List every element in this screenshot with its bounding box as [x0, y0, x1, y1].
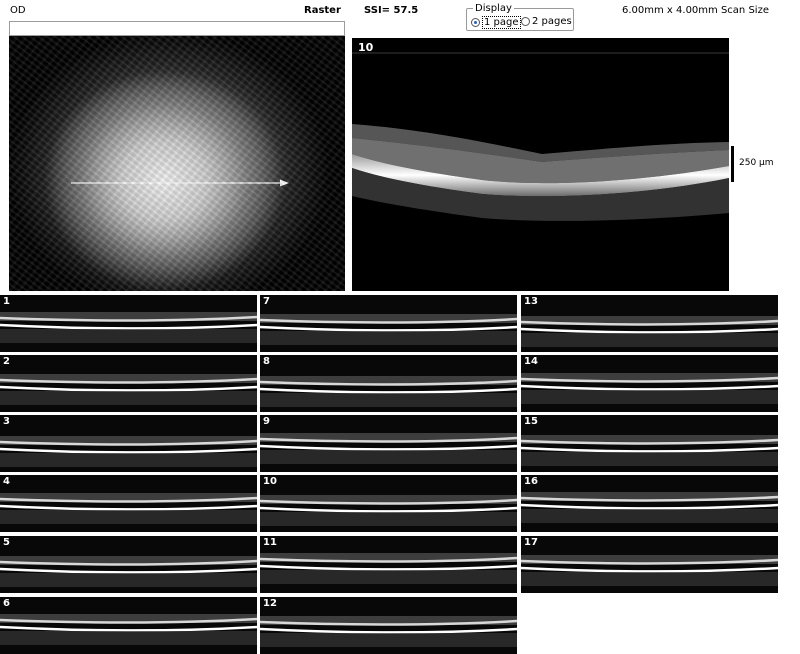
thumbnail-number: 10: [263, 476, 277, 487]
display-options-group: Display 1 page 2 pages: [466, 3, 574, 31]
bscan-thumbnail[interactable]: 13: [521, 295, 778, 352]
thumbnail-number: 7: [263, 296, 270, 307]
bscan-thumbnail[interactable]: 6: [0, 597, 257, 654]
thumbnail-number: 17: [524, 537, 538, 548]
bscan-thumbnail[interactable]: 11: [260, 536, 517, 593]
bscan-thumbnail[interactable]: 16: [521, 475, 778, 532]
bscan-thumbnail[interactable]: 12: [260, 597, 517, 654]
thumbnail-number: 3: [3, 416, 10, 427]
two-pages-radio[interactable]: 2 pages: [521, 16, 572, 27]
bscan-thumbnail[interactable]: 10: [260, 475, 517, 532]
fundus-header-strip: [9, 21, 345, 36]
thumbnail-number: 5: [3, 537, 10, 548]
bscan-thumbnail[interactable]: 3: [0, 415, 257, 472]
bscan-thumbnail[interactable]: 17: [521, 536, 778, 593]
radio-unselected-icon: [521, 17, 530, 26]
eye-label: OD: [10, 5, 26, 16]
thumbnail-number: 4: [3, 476, 10, 487]
two-pages-label: 2 pages: [532, 16, 572, 27]
thumbnail-number: 1: [3, 296, 10, 307]
main-bscan-image[interactable]: 10: [352, 38, 729, 291]
bscan-thumbnail[interactable]: 15: [521, 415, 778, 472]
main-bscan-layers: [352, 52, 729, 221]
thumbnail-number: 14: [524, 356, 538, 367]
thumbnail-number: 6: [3, 598, 10, 609]
bscan-thumbnail[interactable]: 9: [260, 415, 517, 472]
thumbnail-number: 16: [524, 476, 538, 487]
signal-strength-label: SSI= 57.5: [364, 5, 419, 16]
scan-mode-label: Raster: [304, 5, 341, 16]
bscan-thumbnail[interactable]: 4: [0, 475, 257, 532]
bscan-thumbnail[interactable]: 8: [260, 355, 517, 412]
thumbnail-number: 9: [263, 416, 270, 427]
fundus-image: [9, 36, 345, 291]
one-page-label: 1 page: [482, 16, 521, 29]
bscan-thumbnail[interactable]: 5: [0, 536, 257, 593]
bscan-thumbnail[interactable]: 1: [0, 295, 257, 352]
bscan-thumbnail[interactable]: 14: [521, 355, 778, 412]
thumbnail-number: 8: [263, 356, 270, 367]
display-legend: Display: [473, 3, 514, 14]
scale-bar-label: 250 µm: [739, 158, 774, 168]
thumbnail-number: 11: [263, 537, 277, 548]
bscan-thumbnail[interactable]: 2: [0, 355, 257, 412]
thumbnail-number: 15: [524, 416, 538, 427]
radio-selected-icon: [471, 18, 480, 27]
thumbnail-number: 2: [3, 356, 10, 367]
main-scan-number: 10: [358, 41, 374, 54]
one-page-radio[interactable]: 1 page: [471, 16, 521, 29]
thumbnail-number: 13: [524, 296, 538, 307]
scan-size-label: 6.00mm x 4.00mm Scan Size: [622, 5, 769, 16]
thumbnail-number: 12: [263, 598, 277, 609]
bscan-thumbnail[interactable]: 7: [260, 295, 517, 352]
scale-bar: [731, 146, 734, 182]
